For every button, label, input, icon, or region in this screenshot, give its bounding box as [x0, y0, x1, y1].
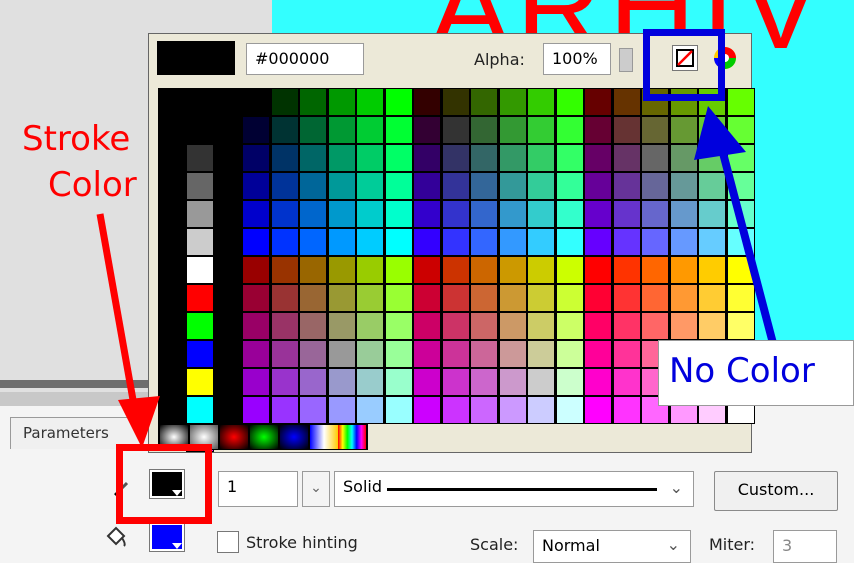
no-color-callout: No Color [658, 340, 854, 406]
stroke-annotation-line1: Stroke [22, 119, 131, 159]
red-arrow [96, 106, 784, 448]
no-color-callout-text: No Color [669, 351, 815, 391]
stroke-annotation-line2: Color [48, 165, 137, 205]
